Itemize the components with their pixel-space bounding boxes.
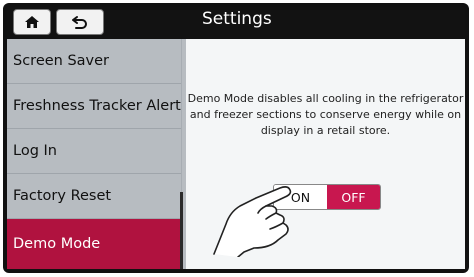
sidebar-item-label: Log In xyxy=(13,143,57,159)
back-arrow-icon xyxy=(72,16,87,29)
back-button[interactable] xyxy=(56,9,104,35)
demo-mode-description: Demo Mode disables all cooling in the re… xyxy=(187,92,464,137)
settings-sidebar: Screen Saver Freshness Tracker Alert Log… xyxy=(7,39,186,269)
home-icon xyxy=(25,16,39,28)
toggle-off-option[interactable]: OFF xyxy=(327,185,380,209)
sidebar-item-label: Freshness Tracker Alert xyxy=(13,98,181,114)
screen: Settings Screen Saver Freshness Tracker … xyxy=(7,7,465,269)
sidebar-item-screen-saver[interactable]: Screen Saver xyxy=(7,39,182,84)
sidebar-item-demo-mode[interactable]: Demo Mode xyxy=(7,219,182,269)
sidebar-item-factory-reset[interactable]: Factory Reset xyxy=(7,174,182,219)
header-bar: Settings xyxy=(7,7,465,39)
page-title: Settings xyxy=(202,9,272,29)
home-button[interactable] xyxy=(13,9,51,35)
sidebar-item-label: Demo Mode xyxy=(13,236,101,252)
sidebar-item-freshness-tracker-alert[interactable]: Freshness Tracker Alert xyxy=(7,84,182,129)
sidebar-item-label: Factory Reset xyxy=(13,188,112,204)
sidebar-item-label: Screen Saver xyxy=(13,53,110,69)
pointing-hand-icon xyxy=(213,186,292,257)
sidebar-item-log-in[interactable]: Log In xyxy=(7,129,182,174)
sidebar-scrollbar-thumb[interactable] xyxy=(180,192,183,269)
device-frame: Settings Screen Saver Freshness Tracker … xyxy=(0,0,474,277)
